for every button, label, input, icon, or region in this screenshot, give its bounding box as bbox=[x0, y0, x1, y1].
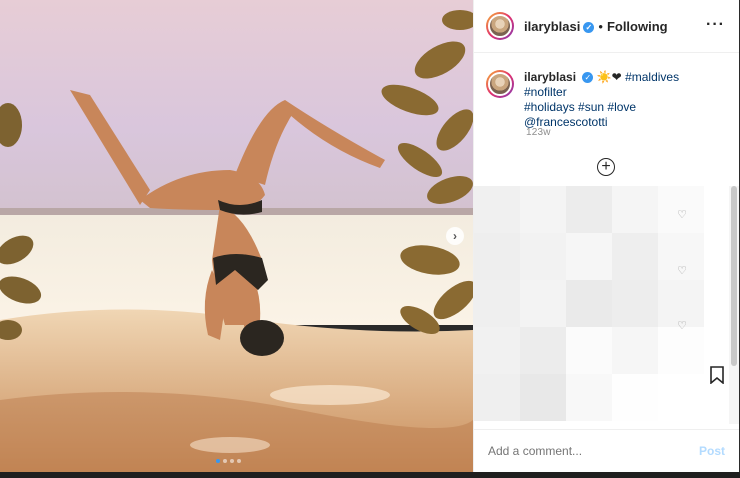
following-button[interactable]: Following bbox=[607, 19, 668, 34]
feed-background-strip bbox=[0, 472, 740, 478]
carousel-dot bbox=[223, 459, 227, 463]
chevron-right-icon: › bbox=[453, 229, 457, 243]
carousel-indicator bbox=[216, 459, 241, 463]
blur-block bbox=[612, 186, 658, 233]
avatar-image bbox=[488, 14, 512, 38]
bookmark-icon[interactable] bbox=[710, 366, 724, 384]
blur-block bbox=[520, 374, 566, 421]
blur-block bbox=[612, 233, 658, 280]
carousel-next-button[interactable]: › bbox=[446, 227, 464, 245]
scrollbar-thumb[interactable] bbox=[731, 186, 737, 366]
caption-text: ilaryblasi ✓ ☀️❤ #maldives #nofilter #ho… bbox=[524, 70, 724, 130]
blur-block bbox=[520, 233, 566, 280]
blur-block bbox=[566, 280, 612, 327]
blur-block bbox=[566, 374, 612, 421]
blur-block bbox=[612, 327, 658, 374]
more-options-icon[interactable]: ··· bbox=[706, 16, 725, 34]
caption: ilaryblasi ✓ ☀️❤ #maldives #nofilter #ho… bbox=[486, 70, 727, 130]
username-text: ilaryblasi bbox=[524, 18, 581, 34]
heart-icon[interactable]: ♡ bbox=[677, 264, 687, 277]
comments-list-blurred: ♡ ♡ ♡ bbox=[474, 186, 709, 424]
blur-block bbox=[520, 280, 566, 327]
post-side-panel: ilaryblasi ✓ • Following ··· ilaryblasi ✓… bbox=[473, 0, 739, 472]
hashtag-link[interactable]: #holidays #sun #love bbox=[524, 100, 636, 114]
comment-bar: Post bbox=[474, 429, 739, 472]
plus-circle-icon[interactable]: + bbox=[597, 158, 615, 176]
blur-block bbox=[474, 374, 520, 421]
heart-icon[interactable]: ♡ bbox=[677, 319, 687, 332]
post-timestamp[interactable]: 123w bbox=[526, 127, 551, 138]
heart-icon[interactable]: ♡ bbox=[677, 208, 687, 221]
avatar-image bbox=[488, 72, 512, 96]
blur-block bbox=[520, 327, 566, 374]
blur-block bbox=[474, 186, 520, 233]
carousel-dot bbox=[216, 459, 220, 463]
carousel-dot bbox=[230, 459, 234, 463]
blur-block bbox=[520, 186, 566, 233]
avatar[interactable] bbox=[486, 12, 514, 40]
caption-avatar[interactable] bbox=[486, 70, 514, 98]
carousel-dot bbox=[237, 459, 241, 463]
blur-block bbox=[474, 280, 520, 327]
verified-badge-icon: ✓ bbox=[583, 21, 595, 33]
separator-dot: • bbox=[598, 18, 603, 34]
blur-block bbox=[566, 186, 612, 233]
blur-block bbox=[658, 327, 704, 374]
comment-input[interactable] bbox=[486, 443, 699, 459]
post-comment-button[interactable]: Post bbox=[699, 444, 725, 458]
blur-block bbox=[474, 327, 520, 374]
caption-username[interactable]: ilaryblasi bbox=[524, 70, 576, 84]
blur-block bbox=[474, 233, 520, 280]
blur-block bbox=[612, 374, 658, 421]
photo-illustration bbox=[0, 0, 473, 472]
caption-emoji: ☀️❤ bbox=[596, 70, 622, 84]
verified-badge-icon: ✓ bbox=[582, 72, 594, 83]
post-photo[interactable]: › bbox=[0, 0, 473, 472]
blur-block bbox=[612, 280, 658, 327]
blur-block bbox=[658, 374, 704, 421]
blur-block bbox=[566, 327, 612, 374]
post-header: ilaryblasi ✓ • Following ··· bbox=[474, 0, 739, 53]
comments-scrollbar[interactable] bbox=[729, 186, 739, 424]
username-link[interactable]: ilaryblasi ✓ bbox=[524, 18, 595, 34]
blur-block bbox=[566, 233, 612, 280]
